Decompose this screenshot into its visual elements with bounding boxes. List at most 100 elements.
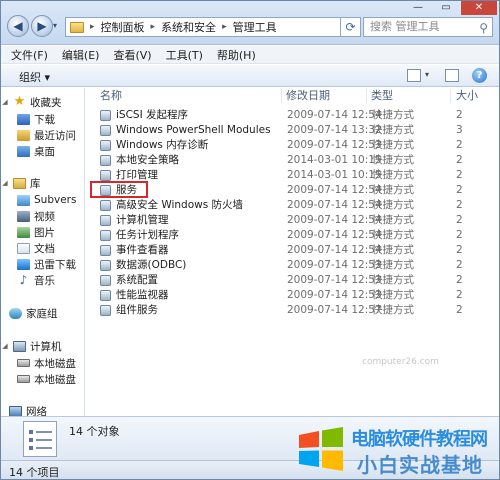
nav-label: 文档 — [34, 242, 55, 255]
file-row[interactable]: 事件查看器 2009-07-14 12:54 快捷方式 2 — [98, 243, 496, 258]
menu-file[interactable]: 文件(F) — [11, 47, 48, 63]
file-row[interactable]: 服务 2009-07-14 12:54 快捷方式 2 — [98, 183, 496, 198]
shortcut-icon — [100, 230, 111, 241]
file-name: 性能监视器 — [116, 289, 169, 301]
file-name: 计算机管理 — [116, 214, 169, 226]
recent-pages-dropdown[interactable]: ▾ — [53, 21, 62, 31]
forward-button[interactable]: ▶ — [31, 15, 53, 37]
windows-logo — [299, 427, 343, 471]
explorer-window: — ▭ ✕ ◀ ▶ ▾ ▸ 控制面板 ▸ 系统和安全 ▸ 管理工具 ⟳ 搜索 管… — [0, 0, 500, 480]
file-name: 高级安全 Windows 防火墙 — [116, 199, 244, 211]
menu-help[interactable]: 帮助(H) — [217, 47, 256, 63]
chevron-down-icon: ◢ — [2, 342, 8, 350]
back-button[interactable]: ◀ — [7, 15, 29, 37]
shortcut-icon — [100, 155, 111, 166]
file-row[interactable]: 数据源(ODBC) 2009-07-14 12:53 快捷方式 2 — [98, 258, 496, 273]
file-row[interactable]: 组件服务 2009-07-14 12:57 快捷方式 2 — [98, 303, 496, 318]
column-divider[interactable] — [281, 89, 282, 103]
help-icon[interactable]: ? — [472, 68, 487, 83]
nav-label: Subvers — [34, 194, 77, 206]
preview-pane-icon[interactable] — [445, 69, 459, 82]
file-list: 名称 修改日期 类型 大小 iSCSI 发起程序 2009-07-14 12:54… — [86, 88, 499, 416]
organize-button[interactable]: 组织 ▾ — [19, 69, 50, 85]
minimize-button[interactable]: — — [405, 1, 431, 15]
menu-edit[interactable]: 编辑(E) — [62, 47, 100, 63]
subversion-icon — [17, 194, 30, 206]
file-name: iSCSI 发起程序 — [116, 109, 189, 121]
refresh-icon[interactable]: ⟳ — [341, 17, 361, 37]
chevron-right-icon: ▸ — [90, 22, 95, 32]
file-row[interactable]: 系统配置 2009-07-14 12:53 快捷方式 2 — [98, 273, 496, 288]
column-header-type[interactable]: 类型 — [371, 88, 393, 104]
file-type: 快捷方式 — [372, 154, 414, 166]
file-date: 2009-07-14 13:32 — [287, 124, 382, 136]
file-type: 快捷方式 — [372, 184, 414, 196]
file-size: 2 — [456, 274, 463, 286]
close-button[interactable]: ✕ — [461, 1, 497, 15]
file-row[interactable]: 打印管理 2014-03-01 10:15 快捷方式 2 — [98, 168, 496, 183]
column-header-size[interactable]: 大小 — [456, 88, 478, 104]
file-row[interactable]: 性能监视器 2009-07-14 12:53 快捷方式 2 — [98, 288, 496, 303]
search-input[interactable]: 搜索 管理工具 ⚲ — [363, 17, 493, 37]
maximize-button[interactable]: ▭ — [433, 1, 459, 15]
file-date: 2009-07-14 12:54 — [287, 244, 382, 256]
shortcut-icon — [100, 245, 111, 256]
menu-tools[interactable]: 工具(T) — [166, 47, 203, 63]
file-row[interactable]: Windows 内存诊断 2009-07-14 12:53 快捷方式 2 — [98, 138, 496, 153]
file-type: 快捷方式 — [372, 169, 414, 181]
nav-label: 家庭组 — [26, 307, 58, 320]
column-header-name[interactable]: 名称 — [100, 88, 122, 104]
file-size: 2 — [456, 169, 463, 181]
file-row[interactable]: iSCSI 发起程序 2009-07-14 12:54 快捷方式 2 — [98, 108, 496, 123]
file-type: 快捷方式 — [372, 124, 414, 136]
desktop-icon — [17, 145, 30, 157]
navigation-pane: ◢ ★ 收藏夹 下载 最近访问 桌面 ◢ 库 Subvers 视频 图片 文档 … — [1, 88, 85, 418]
file-size: 2 — [456, 139, 463, 151]
file-type: 快捷方式 — [372, 274, 414, 286]
view-options-icon[interactable] — [407, 69, 421, 82]
breadcrumb-item[interactable]: 系统和安全 — [161, 19, 216, 35]
search-icon[interactable]: ⚲ — [479, 19, 488, 37]
file-type: 快捷方式 — [372, 199, 414, 211]
breadcrumb-item[interactable]: 控制面板 — [101, 19, 145, 35]
nav-homegroup[interactable]: 家庭组 — [9, 305, 93, 321]
nav-libraries[interactable]: ◢ 库 — [1, 175, 85, 191]
network-icon — [9, 405, 22, 417]
file-row[interactable]: 计算机管理 2009-07-14 12:54 快捷方式 2 — [98, 213, 496, 228]
pictures-icon — [17, 226, 30, 238]
breadcrumb[interactable]: ▸ 控制面板 ▸ 系统和安全 ▸ 管理工具 — [65, 17, 341, 37]
watermark-line2: 小白实战基地 — [357, 453, 483, 477]
chevron-down-icon[interactable]: ▾ — [425, 70, 429, 79]
folder-icon — [70, 21, 84, 33]
chevron-down-icon: ◢ — [2, 98, 8, 106]
file-name: 组件服务 — [116, 304, 158, 316]
column-header-date[interactable]: 修改日期 — [286, 88, 330, 104]
file-row[interactable]: Windows PowerShell Modules 2009-07-14 13:… — [98, 123, 496, 138]
shortcut-icon — [100, 200, 111, 211]
file-name: 任务计划程序 — [116, 229, 179, 241]
nav-computer[interactable]: ◢ 计算机 — [1, 338, 85, 354]
file-date: 2009-07-14 12:57 — [287, 304, 382, 316]
shortcut-icon — [100, 275, 111, 286]
homegroup-icon — [9, 307, 22, 319]
menu-bar: 文件(F) 编辑(E) 查看(V) 工具(T) 帮助(H) — [1, 46, 499, 64]
list-bullet — [29, 438, 33, 442]
star-icon: ★ — [13, 94, 26, 109]
search-placeholder: 搜索 管理工具 — [370, 20, 440, 33]
shortcut-icon — [100, 290, 111, 301]
file-row[interactable]: 本地安全策略 2014-03-01 10:15 快捷方式 2 — [98, 153, 496, 168]
list-bullet — [29, 430, 33, 434]
column-divider[interactable] — [366, 89, 367, 103]
file-name: 数据源(ODBC) — [116, 259, 187, 271]
shortcut-icon — [100, 260, 111, 271]
menu-view[interactable]: 查看(V) — [113, 47, 151, 63]
file-row[interactable]: 任务计划程序 2009-07-14 12:54 快捷方式 2 — [98, 228, 496, 243]
watermark-line1: 电脑软硬件教程网 — [351, 429, 488, 450]
column-divider[interactable] — [450, 89, 451, 103]
disk-icon — [17, 375, 30, 383]
chevron-right-icon: ▸ — [150, 22, 156, 32]
nav-favorites[interactable]: ◢ ★ 收藏夹 — [1, 94, 85, 110]
file-date: 2014-03-01 10:15 — [287, 154, 382, 166]
file-row[interactable]: 高级安全 Windows 防火墙 2009-07-14 12:54 快捷方式 2 — [98, 198, 496, 213]
breadcrumb-item[interactable]: 管理工具 — [233, 19, 277, 35]
